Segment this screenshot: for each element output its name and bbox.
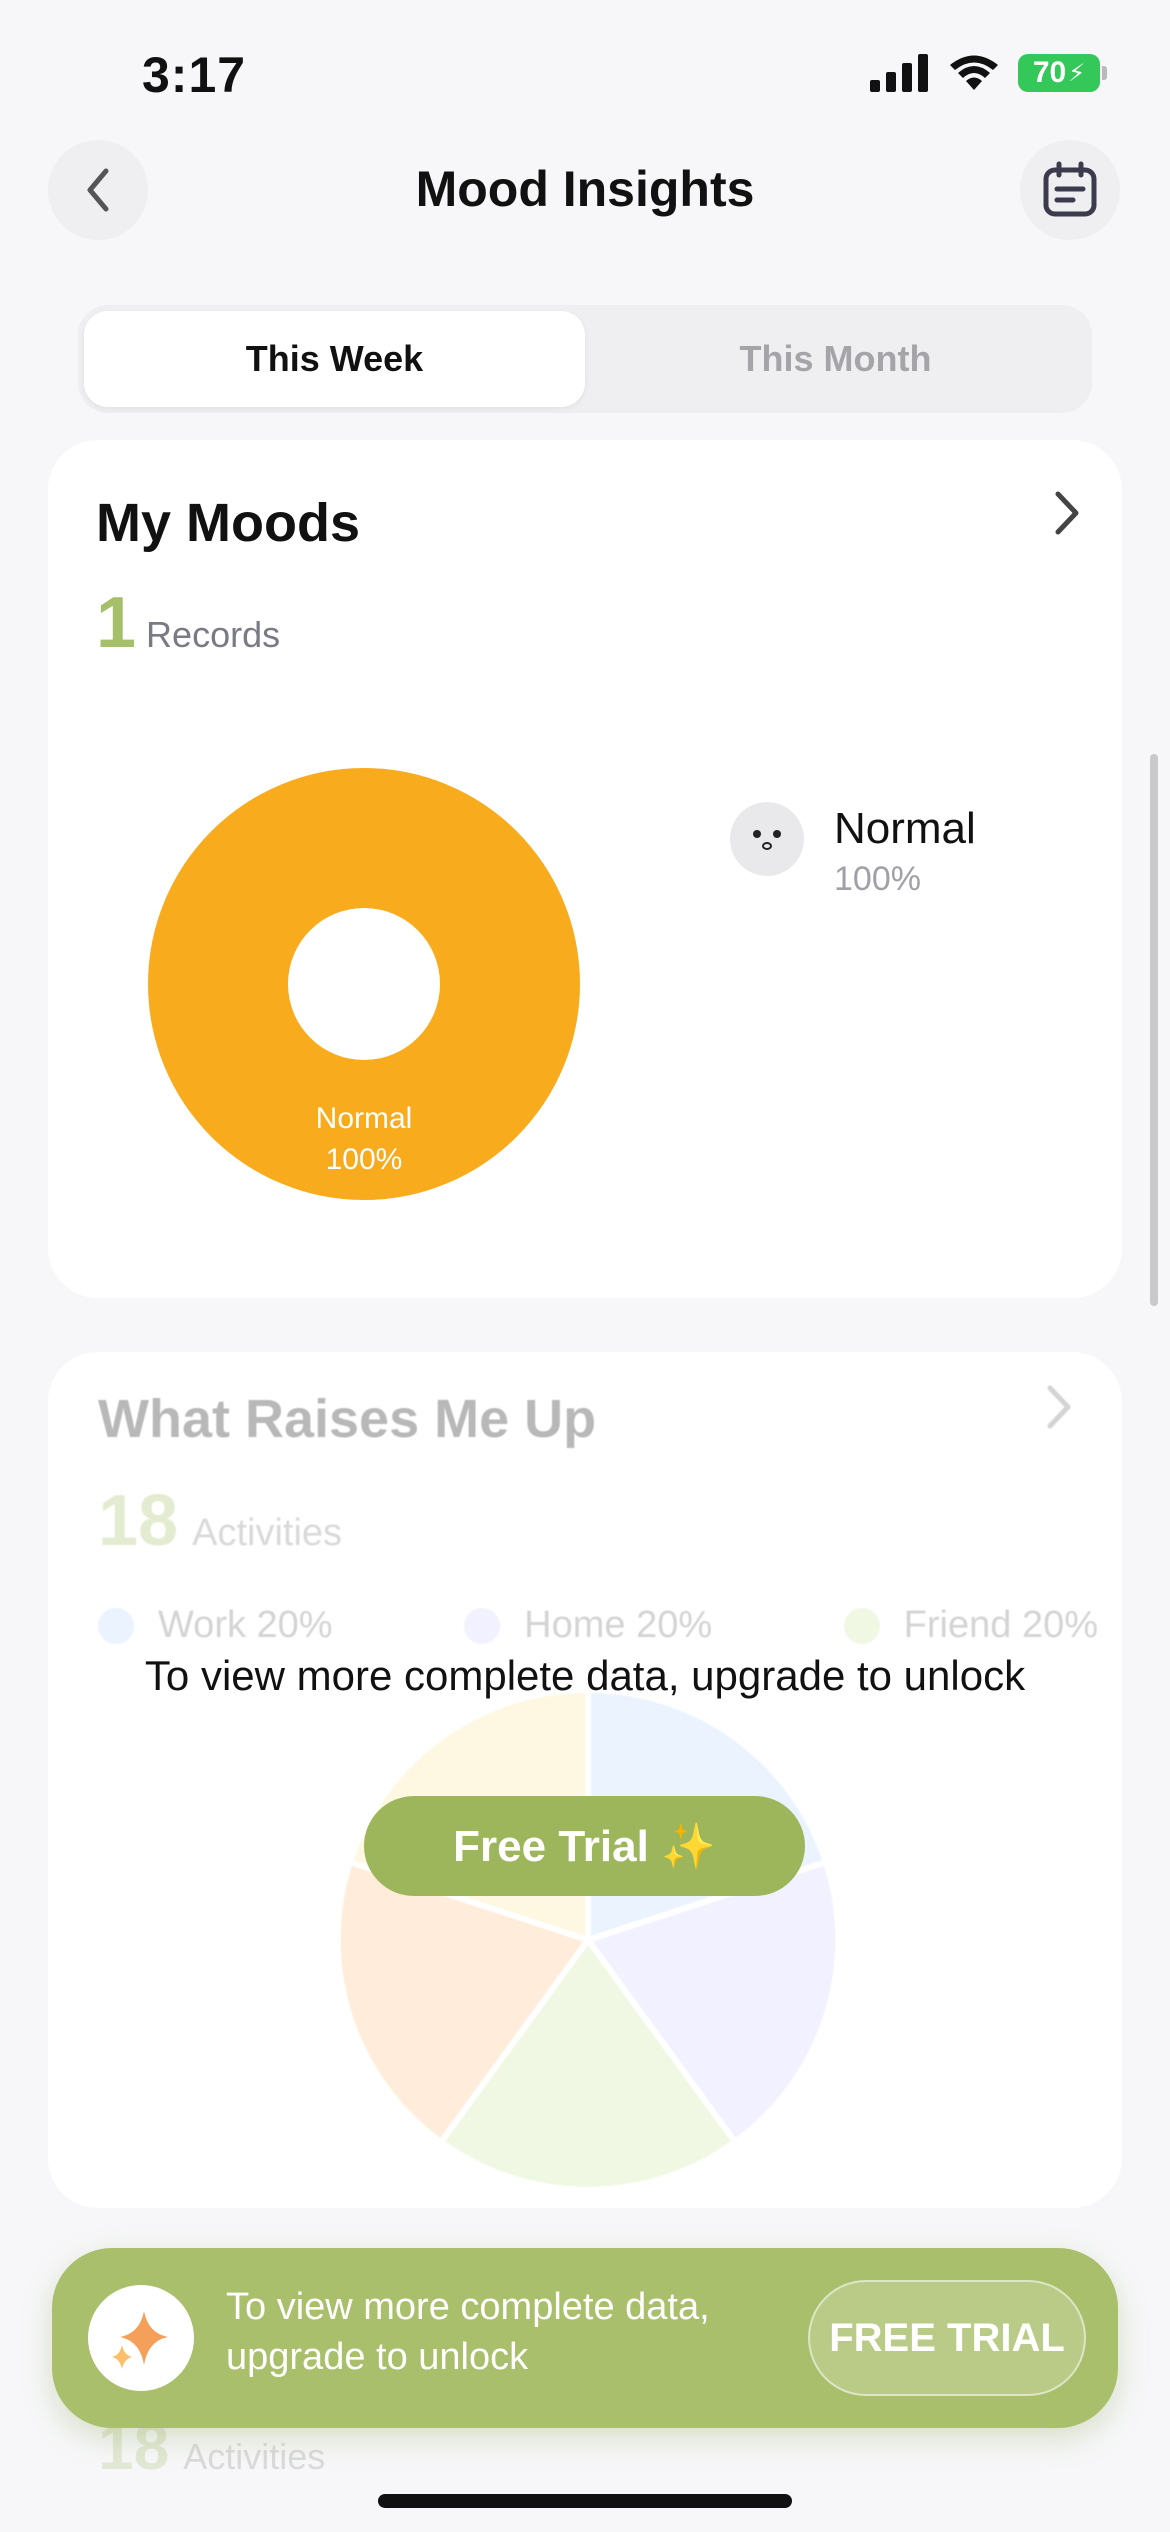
banner-message: To view more complete data, upgrade to u… [226,2286,710,2378]
legend-item-work: Work 20% [98,1604,333,1647]
status-icons: 70 ⚡ [870,54,1107,92]
neutral-face-icon [753,830,781,850]
charging-bolt-icon: ⚡ [1068,59,1086,87]
records-label: Records [146,614,281,655]
activity-legend: Work 20% Home 20% Friend 20% [98,1604,1098,1647]
slice-label-percent: 100% [326,1143,403,1176]
donut-hole [288,908,440,1060]
activities-pie-chart [338,1690,838,2190]
records-count: 1 Records [96,582,280,664]
legend-dot-home [464,1607,501,1644]
my-moods-title: My Moods [96,493,360,553]
calendar-button[interactable] [1020,140,1120,240]
sparkles-icon [112,2311,168,2369]
upgrade-lock-message: To view more complete data, upgrade to u… [144,1652,1026,1699]
activities-label: Activities [192,1512,343,1554]
calendar-icon [1043,161,1097,217]
banner-icon-circle [88,2285,194,2391]
battery-indicator: 70 ⚡ [1018,54,1107,92]
tab-this-month[interactable]: This Month [585,311,1086,407]
mood-normal-avatar [730,802,804,876]
legend-dot-work [98,1607,134,1644]
scrollbar[interactable] [1150,754,1158,1306]
legend-item-friend: Friend 20% [843,1604,1098,1647]
tab-this-week[interactable]: This Week [84,311,585,407]
legend-item-home: Home 20% [464,1604,712,1647]
battery-level: 70 [1032,56,1067,89]
slice-label-name: Normal [316,1102,413,1135]
banner-free-trial-button[interactable]: FREE TRIAL [808,2280,1086,2396]
legend-dot-friend [843,1607,880,1644]
mood-donut-chart: Normal 100% [148,768,580,1200]
my-moods-card[interactable]: My Moods 1 Records Normal 100% Normal 10… [48,440,1122,1298]
legend-label-work: Work 20% [158,1604,333,1646]
upgrade-banner[interactable]: To view more complete data, upgrade to u… [52,2248,1118,2428]
records-number: 1 [96,583,137,663]
raises-me-up-chevron-icon [1044,1380,1074,1439]
raises-me-up-card: What Raises Me Up 18 Activities Work 20%… [48,1352,1122,2208]
free-trial-button[interactable]: Free Trial ✨ [364,1796,805,1896]
status-time: 3:17 [142,47,247,103]
my-moods-chevron-icon[interactable] [1052,486,1082,553]
raises-me-up-title: What Raises Me Up [98,1389,597,1449]
legend-label-friend: Friend 20% [903,1604,1098,1646]
cellular-signal-icon [870,54,928,92]
home-indicator[interactable] [378,2494,792,2508]
activities-number: 18 [98,1481,179,1561]
period-segmented-control: This Week This Month [78,305,1092,413]
wifi-icon [950,55,998,90]
peek-label: Activities [183,2436,326,2477]
legend-mood-name: Normal [834,804,976,853]
activities-count: 18 Activities [98,1480,342,1562]
legend-mood-percent: 100% [834,860,921,898]
legend-label-home: Home 20% [524,1604,713,1646]
page-title: Mood Insights [415,161,755,217]
